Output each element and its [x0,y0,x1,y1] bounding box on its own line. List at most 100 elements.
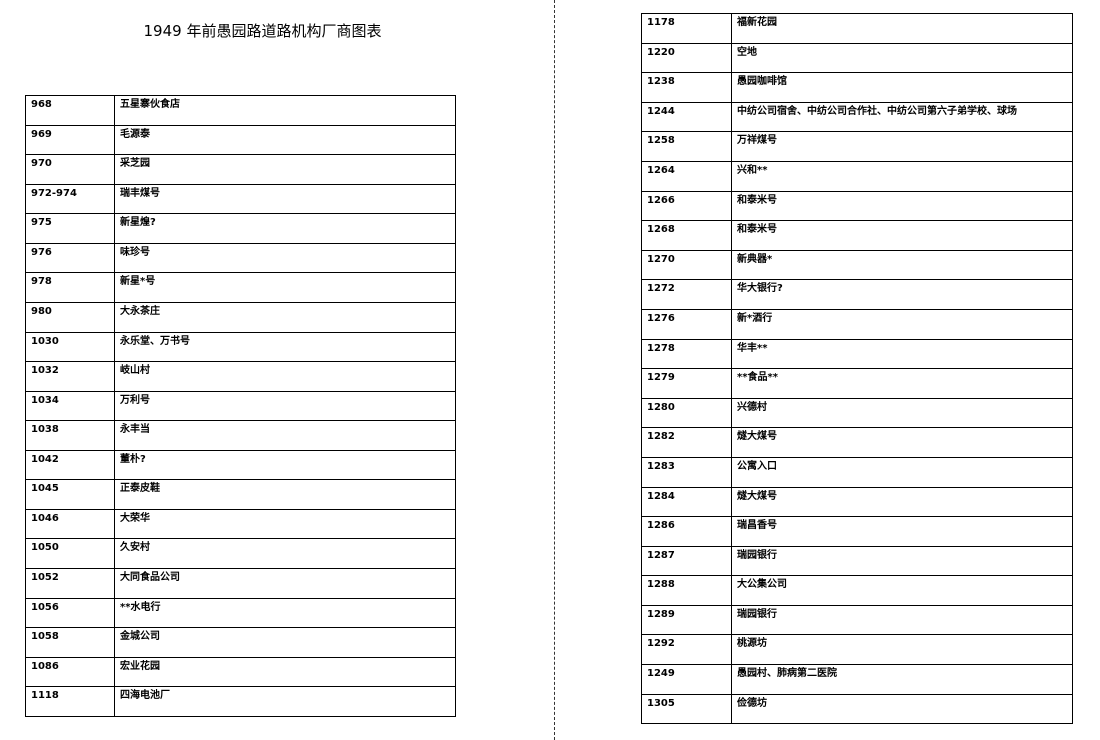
establishment-name-cell: 愚园咖啡馆 [731,72,1073,103]
table-row: 1286 瑞昌香号 [641,516,1073,547]
house-number-cell: 968 [25,95,115,126]
house-number-cell: 970 [25,154,115,185]
establishment-name-cell: 董朴? [114,449,456,481]
table-row: 1052 大同食品公司 [25,568,456,599]
house-number-cell: 1244 [641,101,732,133]
establishment-name-cell: 永乐堂、万书号 [114,331,456,363]
house-number-cell: 1258 [641,131,732,162]
establishment-name-cell: 岐山村 [114,361,456,392]
establishment-name-cell: 中纺公司宿舍、中纺公司合作社、中纺公司第六子弟学校、球场 [731,101,1073,133]
table-row: 1292 桃源坊 [641,634,1073,666]
establishment-name-cell: 大公集公司 [731,575,1073,606]
house-number-cell: 1045 [25,479,115,510]
table-row: 1280 兴德村 [641,397,1073,429]
table-row: 1034 万利号 [25,390,456,422]
house-number-cell: 976 [25,242,115,274]
establishment-name-cell: 瑞园银行 [731,604,1073,636]
table-row: 1050 久安村 [25,538,456,569]
house-number-cell: 978 [25,272,115,303]
house-number-cell: 1058 [25,627,115,658]
house-number-cell: 1276 [641,308,732,340]
establishment-name-cell: 华丰** [731,338,1073,370]
establishment-name-cell: 瑞丰煤号 [114,183,456,215]
table-row: 1030 永乐堂、万书号 [25,331,456,363]
house-number-cell: 1249 [641,664,732,695]
establishment-name-cell: 万利号 [114,390,456,422]
table-row: 1249 愚园村、肺病第二医院 [641,664,1073,695]
right-address-table: 1178 福新花园 1220 空地 1238 愚园咖啡馆 1244 中纺公司宿舍、中纺公司合作… [641,13,1073,725]
table-row: 969 毛源泰 [25,124,456,156]
house-number-cell: 969 [25,124,115,156]
establishment-name-cell: **水电行 [114,597,456,629]
establishment-name-cell: 兴和** [731,160,1073,192]
table-row: 976 味珍号 [25,242,456,274]
establishment-name-cell: 公寓入口 [731,456,1073,488]
establishment-name-cell: 桃源坊 [731,634,1073,666]
establishment-name-cell: 万祥煤号 [731,131,1073,162]
establishment-name-cell: 五星寨伙食店 [114,95,456,126]
establishment-name-cell: 华大银行? [731,279,1073,310]
left-address-table: 968 五星寨伙食店 969 毛源泰 970 采芝园 972-974 瑞丰煤号 975 新星煌? 9… [25,95,456,717]
table-row: 1042 董朴? [25,449,456,481]
house-number-cell: 1086 [25,656,115,688]
establishment-name-cell: 采芝园 [114,154,456,185]
house-number-cell: 1178 [641,13,732,44]
establishment-name-cell: 燧大煤号 [731,427,1073,458]
table-row: 1046 大荣华 [25,508,456,540]
establishment-name-cell: 大同食品公司 [114,568,456,599]
house-number-cell: 1266 [641,190,732,222]
house-number-cell: 1278 [641,338,732,370]
table-row: 1264 兴和** [641,160,1073,192]
table-row: 1283 公寓入口 [641,456,1073,488]
table-row: 970 采芝园 [25,154,456,185]
establishment-name-cell: 永丰当 [114,420,456,451]
establishment-name-cell: 大永茶庄 [114,301,456,333]
table-row: 975 新星煌? [25,213,456,244]
house-number-cell: 1270 [641,249,732,281]
table-row: 1045 正泰皮鞋 [25,479,456,510]
table-row: 1086 宏业花园 [25,656,456,688]
table-row: 1258 万祥煤号 [641,131,1073,162]
establishment-name-cell: 宏业花园 [114,656,456,688]
establishment-name-cell: 俭德坊 [731,693,1073,725]
table-row: 1058 金城公司 [25,627,456,658]
table-row: 1220 空地 [641,42,1073,74]
house-number-cell: 1118 [25,686,115,717]
house-number-cell: 980 [25,301,115,333]
establishment-name-cell: 福新花园 [731,13,1073,44]
establishment-name-cell: 瑞昌香号 [731,516,1073,547]
establishment-name-cell: 久安村 [114,538,456,569]
table-row: 1284 燧大煤号 [641,486,1073,518]
house-number-cell: 1284 [641,486,732,518]
table-row: 1270 新典器* [641,249,1073,281]
establishment-name-cell: **食品** [731,368,1073,399]
house-number-cell: 1220 [641,42,732,74]
house-number-cell: 1280 [641,397,732,429]
house-number-cell: 1272 [641,279,732,310]
establishment-name-cell: 正泰皮鞋 [114,479,456,510]
table-row: 1276 新*酒行 [641,308,1073,340]
house-number-cell: 1056 [25,597,115,629]
table-row: 1038 永丰当 [25,420,456,451]
table-row: 1244 中纺公司宿舍、中纺公司合作社、中纺公司第六子弟学校、球场 [641,101,1073,133]
house-number-cell: 1268 [641,220,732,251]
house-number-cell: 1032 [25,361,115,392]
house-number-cell: 1292 [641,634,732,666]
establishment-name-cell: 新*酒行 [731,308,1073,340]
table-row: 972-974 瑞丰煤号 [25,183,456,215]
house-number-cell: 1030 [25,331,115,363]
table-row: 980 大永茶庄 [25,301,456,333]
house-number-cell: 1034 [25,390,115,422]
table-row: 1178 福新花园 [641,13,1073,44]
house-number-cell: 1238 [641,72,732,103]
house-number-cell: 975 [25,213,115,244]
house-number-cell: 1050 [25,538,115,569]
table-row: 1305 俭德坊 [641,693,1073,725]
table-row: 1032 岐山村 [25,361,456,392]
establishment-name-cell: 毛源泰 [114,124,456,156]
establishment-name-cell: 燧大煤号 [731,486,1073,518]
establishment-name-cell: 和泰米号 [731,190,1073,222]
establishment-name-cell: 新星煌? [114,213,456,244]
table-row: 978 新星*号 [25,272,456,303]
table-row: 1287 瑞园银行 [641,545,1073,577]
